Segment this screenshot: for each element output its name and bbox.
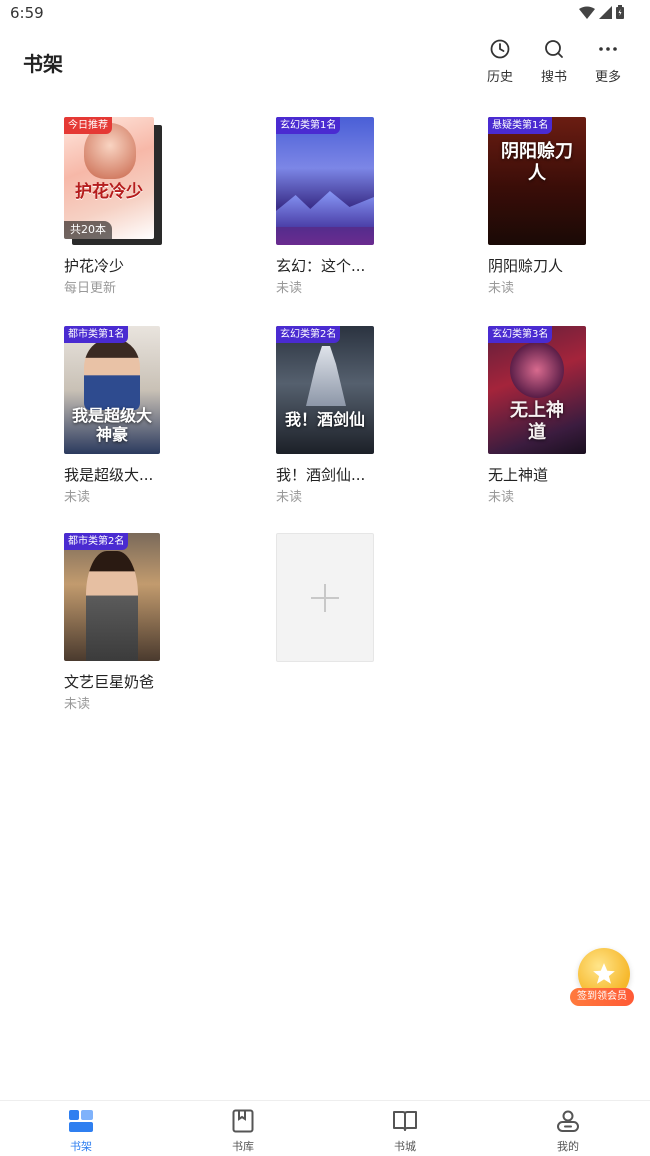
- history-button[interactable]: 历史: [480, 36, 520, 85]
- more-button[interactable]: 更多: [588, 36, 628, 85]
- cover-art: [510, 342, 564, 398]
- book-badge: 都市类第1名: [64, 326, 129, 343]
- search-label: 搜书: [540, 70, 567, 85]
- cover-art: [84, 340, 140, 410]
- header: 书架 历史 搜书 更多: [0, 28, 650, 98]
- book-title: 我！酒剑仙...: [276, 466, 366, 484]
- more-label: 更多: [594, 70, 621, 85]
- history-icon: [487, 36, 513, 62]
- status-icons: [579, 5, 624, 19]
- vip-label: 签到领会员: [570, 988, 634, 1006]
- more-icon: [595, 36, 621, 62]
- book-cover: 护花冷少 今日推荐 共20本: [64, 117, 154, 239]
- book-badge: 悬疑类第1名: [488, 117, 553, 134]
- book-cover: 我是超级大神豪 都市类第1名: [64, 326, 160, 454]
- add-book-button[interactable]: [276, 533, 374, 662]
- cover-title-text: 护花冷少: [75, 182, 143, 202]
- book-count-tag: 共20本: [64, 221, 112, 239]
- book-cover: 玄幻类第1名: [276, 117, 374, 245]
- cover-art: [276, 191, 374, 227]
- search-icon: [541, 36, 567, 62]
- cover-title-text: 阴阳赊刀人: [501, 141, 573, 184]
- tab-bookshelf[interactable]: 书架: [46, 1107, 116, 1154]
- book-status: 未读: [64, 697, 91, 712]
- wifi-icon: [579, 6, 595, 19]
- book-cover: 无上神道 玄幻类第3名: [488, 326, 586, 454]
- book-status: 未读: [488, 281, 515, 296]
- library-icon: [229, 1107, 257, 1135]
- book-badge: 都市类第2名: [64, 533, 129, 550]
- history-label: 历史: [486, 70, 513, 85]
- book-status: 未读: [276, 490, 303, 505]
- book-title: 文艺巨星奶爸: [64, 673, 155, 691]
- book-title: 无上神道: [488, 466, 549, 484]
- signal-icon: [599, 5, 612, 19]
- book-title: 护花冷少: [64, 257, 125, 275]
- tab-bookstore[interactable]: 书城: [370, 1107, 440, 1154]
- book-badge: 玄幻类第3名: [488, 326, 553, 343]
- book-status: 未读: [64, 490, 91, 505]
- book-status: 未读: [488, 490, 515, 505]
- book-badge: 玄幻类第1名: [276, 117, 341, 134]
- cover-art: [306, 346, 346, 406]
- cover-title-text: 无上神道: [510, 400, 564, 443]
- battery-icon: [616, 5, 624, 19]
- star-icon: [593, 963, 615, 984]
- book-cover: 都市类第2名: [64, 533, 160, 661]
- status-bar: 6:59: [0, 0, 650, 28]
- cover-title-text: 我是超级大神豪: [71, 406, 152, 444]
- bookstore-icon: [391, 1107, 419, 1135]
- book-badge: 今日推荐: [64, 117, 112, 134]
- tab-profile[interactable]: 我的: [533, 1107, 603, 1154]
- book-title: 我是超级大...: [64, 466, 154, 484]
- book-status: 未读: [276, 281, 303, 296]
- book-badge: 玄幻类第2名: [276, 326, 341, 343]
- bookshelf-icon: [67, 1107, 95, 1135]
- book-title: 玄幻：这个...: [276, 257, 366, 275]
- page-title: 书架: [23, 52, 63, 76]
- vip-signin-button[interactable]: 签到领会员: [566, 948, 638, 1012]
- cover-art: [86, 551, 138, 661]
- book-cover: 阴阳赊刀人 悬疑类第1名: [488, 117, 586, 245]
- book-title: 阴阳赊刀人: [488, 257, 564, 275]
- tab-label: 书架: [70, 1140, 92, 1153]
- bottom-tab-bar: 书架 书库 书城 我的: [0, 1100, 650, 1156]
- tab-label: 书库: [232, 1140, 254, 1153]
- book-cover: 我！酒剑仙 玄幻类第2名: [276, 326, 374, 454]
- tab-library[interactable]: 书库: [208, 1107, 278, 1154]
- profile-icon: [554, 1107, 582, 1135]
- cover-title-text: 我！酒剑仙: [284, 410, 365, 429]
- search-button[interactable]: 搜书: [534, 36, 574, 85]
- tab-label: 书城: [394, 1140, 416, 1153]
- book-status: 每日更新: [64, 281, 117, 296]
- plus-icon: [311, 583, 339, 612]
- status-time: 6:59: [10, 4, 44, 22]
- tab-label: 我的: [557, 1140, 579, 1153]
